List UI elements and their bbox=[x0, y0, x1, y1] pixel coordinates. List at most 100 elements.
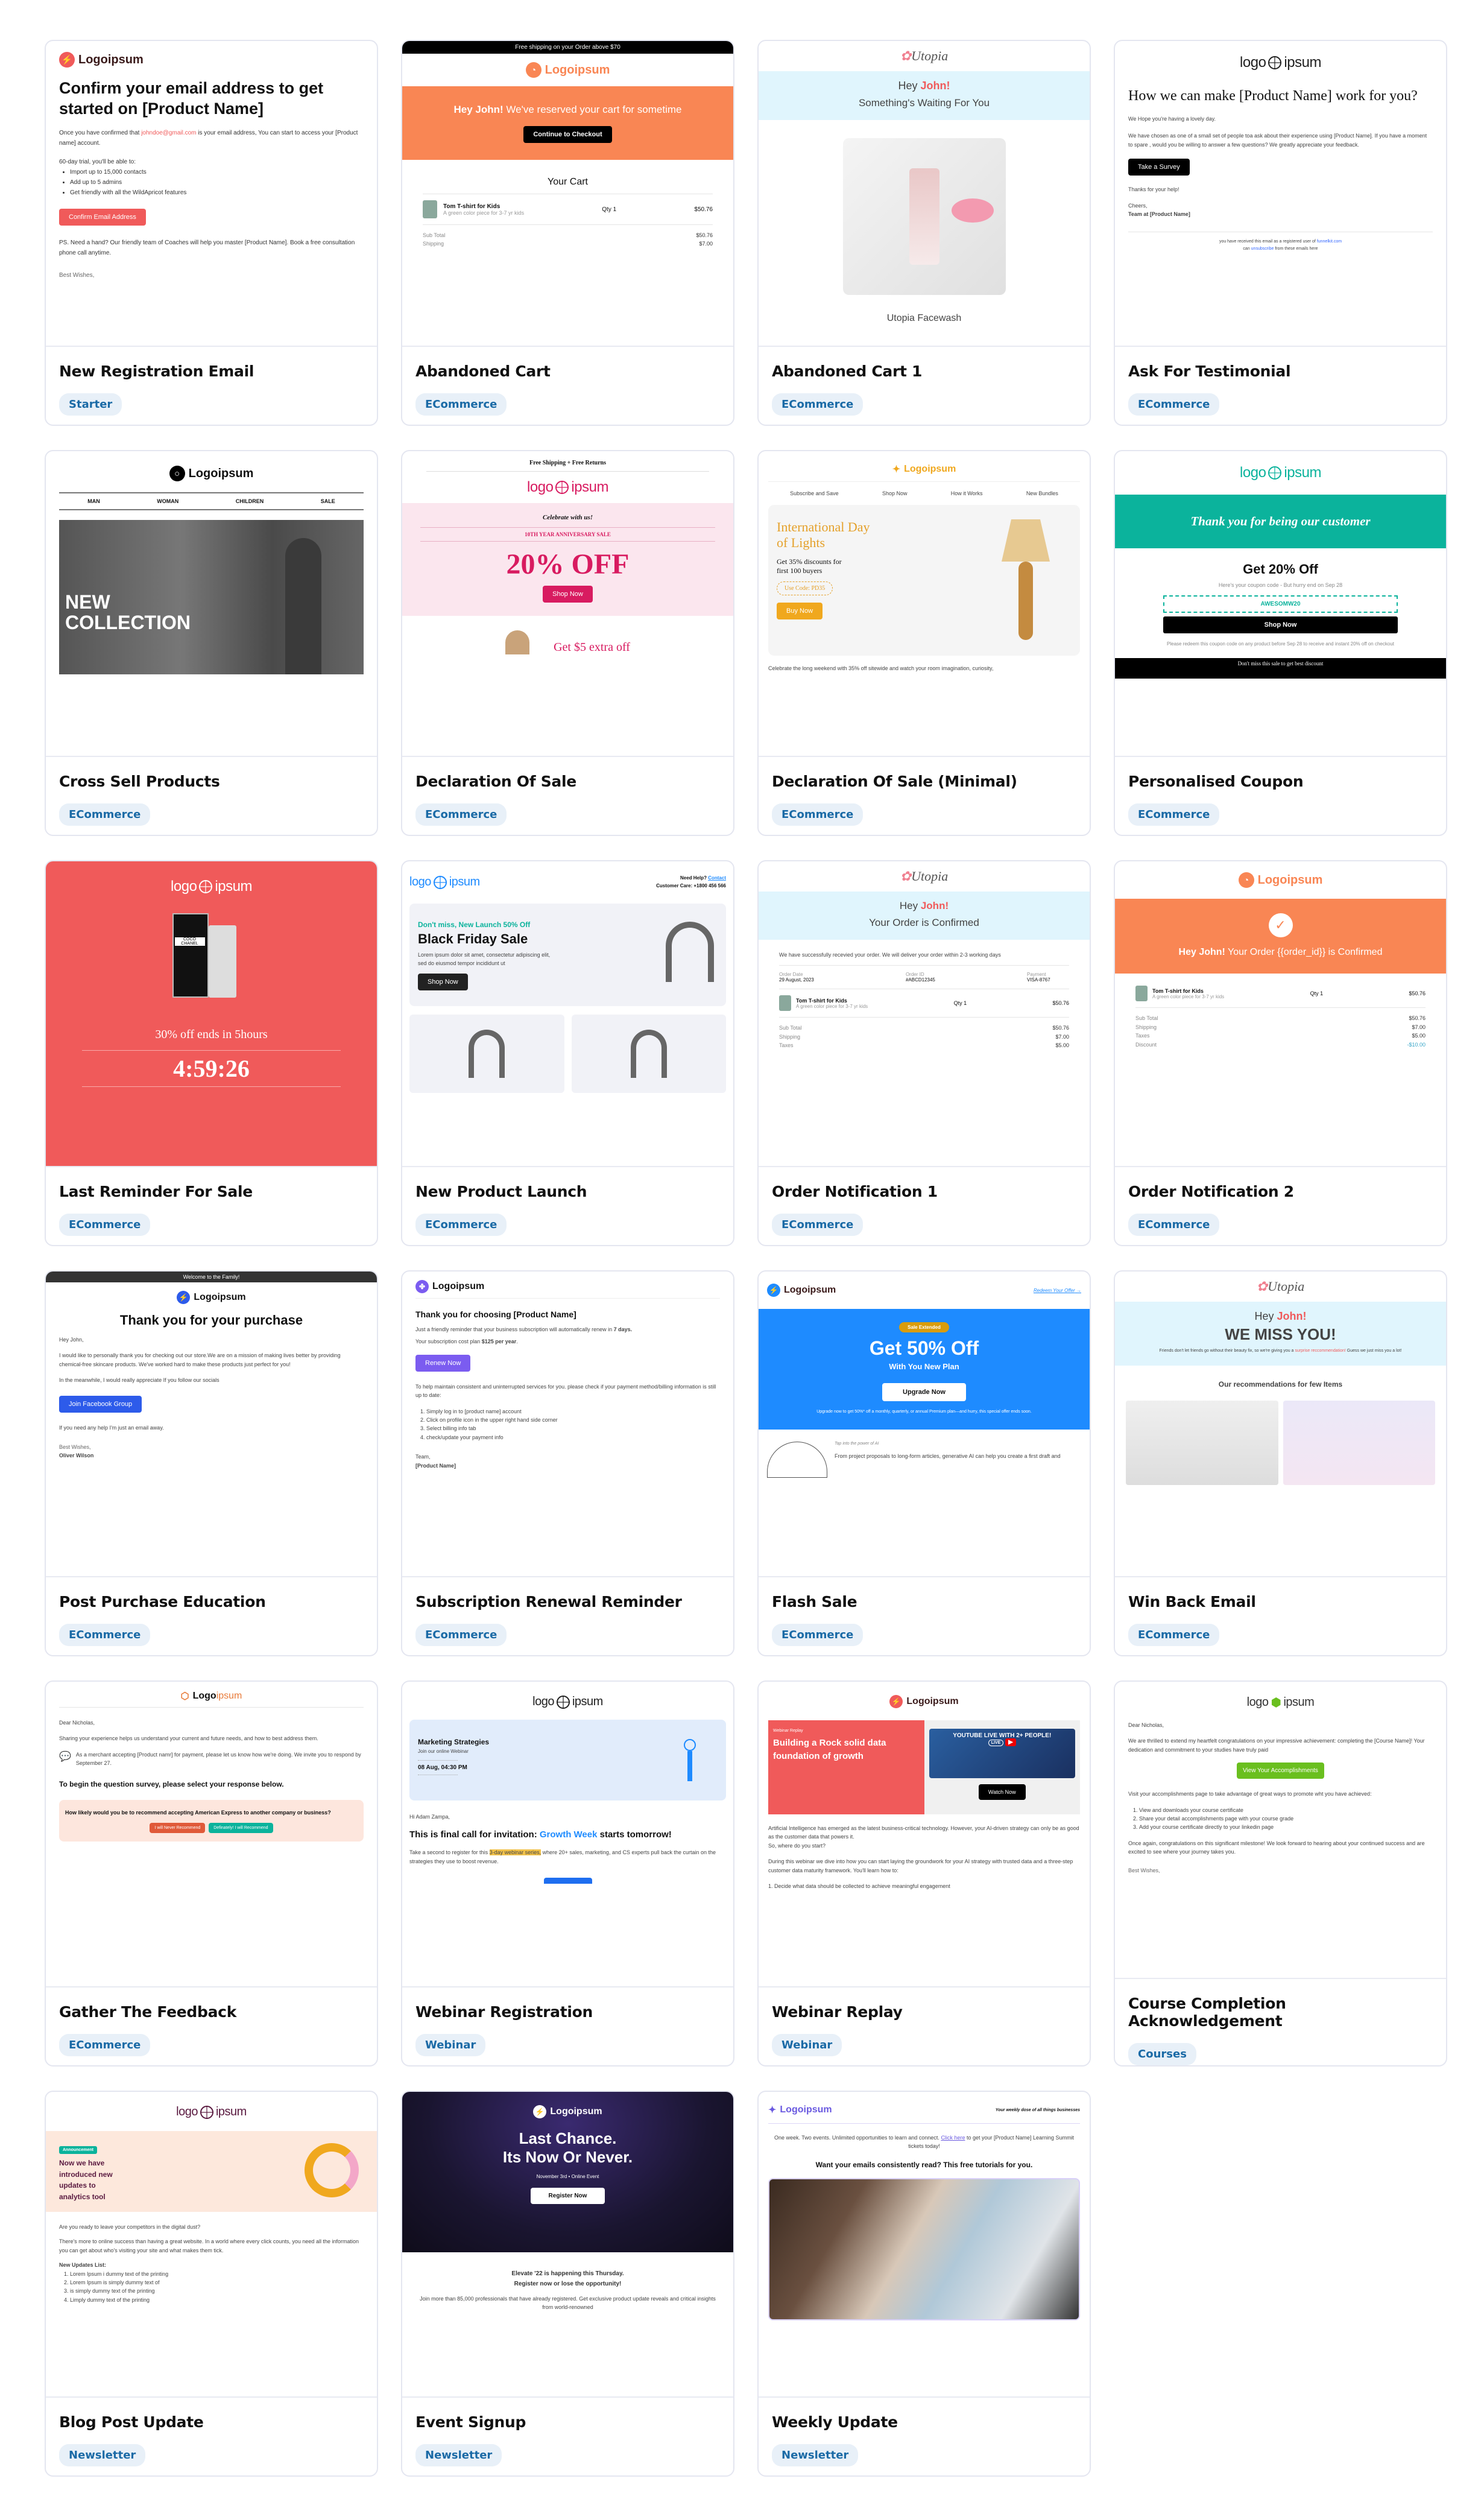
category-tag[interactable]: ECommerce bbox=[415, 393, 507, 416]
template-title: Post Purchase Education bbox=[59, 1593, 266, 1610]
template-card[interactable]: logo ipsum Announcement Now we have intro… bbox=[45, 2091, 378, 2477]
brand-logo: Utopia bbox=[911, 48, 949, 63]
contact-link: Contact bbox=[708, 875, 726, 881]
category-tag[interactable]: ECommerce bbox=[415, 803, 507, 826]
order-meta: Order Date 29 August, 2023 Order ID #ABCD1… bbox=[779, 972, 1050, 983]
template-card[interactable]: logo ipsum Thank you for being our custom… bbox=[1114, 450, 1447, 836]
template-preview: logo ipsum Need Help? Contact Customer Car… bbox=[402, 861, 733, 1167]
template-grid: ⚡ Logoipsum Confirm your email address to… bbox=[45, 40, 1447, 2477]
template-card[interactable]: logo ipsum Marketing Strategies Join our … bbox=[401, 1680, 734, 2067]
template-card[interactable]: Free Shipping + Free Returns logo ipsum C… bbox=[401, 450, 734, 836]
brand-logo: logo ipsum bbox=[409, 875, 480, 889]
category-tag[interactable]: Courses bbox=[1128, 2043, 1196, 2065]
template-card[interactable]: ✤ Logoipsum Thank you for choosing [Produ… bbox=[401, 1270, 734, 1656]
template-card[interactable]: ✿Utopia Hey John! Something's Waiting Fo… bbox=[757, 40, 1091, 426]
hero-image: NEW COLLECTION bbox=[59, 520, 364, 674]
flower-icon: ✿ bbox=[900, 48, 912, 63]
card-footer: Abandoned Cart ECommerce bbox=[402, 347, 733, 425]
bolt-icon: ⚡ bbox=[889, 1695, 903, 1708]
category-tag[interactable]: Newsletter bbox=[415, 2444, 502, 2466]
category-tag[interactable]: ECommerce bbox=[772, 803, 864, 826]
card-footer: Abandoned Cart 1 ECommerce bbox=[759, 347, 1090, 425]
category-tag[interactable]: Starter bbox=[59, 393, 122, 416]
template-card[interactable]: ○ Logoipsum MAN WOMAN CHILDREN SALE NEW COLLE… bbox=[45, 450, 378, 836]
category-tag[interactable]: Newsletter bbox=[772, 2444, 859, 2466]
email-body: Once you have confirmed that johndoe@gma… bbox=[59, 129, 358, 147]
template-preview: ✦ Logoipsum Your weekly dose of all thing… bbox=[759, 2092, 1090, 2398]
template-card[interactable]: ◔ Logoipsum ✓ Hey John! Your Order {{orde… bbox=[1114, 860, 1447, 1246]
brand-logo: ⚡ Logoipsum bbox=[889, 1695, 959, 1708]
lamp-image bbox=[1002, 519, 1050, 640]
card-footer: Order Notification 1 ECommerce bbox=[759, 1167, 1090, 1245]
chat-icon: 💬 bbox=[59, 1751, 71, 1762]
template-card[interactable]: ✦ Logoipsum Subscribe and Save Shop Now How… bbox=[757, 450, 1091, 836]
category-tag[interactable]: ECommerce bbox=[1128, 1214, 1220, 1236]
card-footer: Order Notification 2 ECommerce bbox=[1115, 1167, 1446, 1245]
category-tag[interactable]: ECommerce bbox=[772, 393, 864, 416]
hero-image bbox=[768, 2177, 1080, 2320]
template-card[interactable]: ⚡ Logoipsum Webinar Replay Building a Roc… bbox=[757, 1680, 1091, 2067]
steps-list: Simply log in to [product name] account … bbox=[415, 1407, 720, 1442]
tshirt-thumbnail bbox=[1135, 986, 1148, 1002]
brand-logo: ○ Logoipsum bbox=[169, 466, 253, 481]
brand-logo: ⚡ Logoipsum bbox=[767, 1284, 836, 1297]
feature-list: Import up to 15,000 contacts Add up to 5… bbox=[59, 167, 364, 198]
category-tag[interactable]: ECommerce bbox=[415, 1214, 507, 1236]
template-preview: ✿Utopia Hey John! WE MISS YOU! Friends d… bbox=[1115, 1272, 1446, 1577]
template-card[interactable]: ✿Utopia Hey John! WE MISS YOU! Friends d… bbox=[1114, 1270, 1447, 1656]
category-tag[interactable]: ECommerce bbox=[415, 1624, 507, 1646]
category-tag[interactable]: ECommerce bbox=[772, 1624, 864, 1646]
template-title: New Registration Email bbox=[59, 363, 254, 380]
card-footer: Subscription Renewal Reminder ECommerce bbox=[402, 1577, 733, 1655]
category-tag[interactable]: ECommerce bbox=[1128, 803, 1220, 826]
category-tag[interactable]: ECommerce bbox=[59, 803, 151, 826]
join-facebook-button: Join Facebook Group bbox=[59, 1395, 142, 1413]
template-card[interactable]: logo ipsum COCO CHANEL 30% off ends in 5h… bbox=[45, 860, 378, 1246]
flower-icon: ✿ bbox=[900, 869, 912, 884]
analytics-illustration bbox=[305, 2143, 359, 2197]
template-card[interactable]: Welcome to the Family! ⚡ Logoipsum Thank … bbox=[45, 1270, 378, 1656]
strategy-illustration bbox=[672, 1727, 708, 1793]
perfume-image: COCO CHANEL bbox=[172, 913, 239, 998]
bear-icon: ⬢ bbox=[1271, 1696, 1281, 1709]
logo-icon: ○ bbox=[169, 466, 185, 481]
category-tag[interactable]: ECommerce bbox=[772, 1214, 864, 1236]
category-tag[interactable]: Webinar bbox=[772, 2034, 842, 2056]
template-card[interactable]: ✦ Logoipsum Your weekly dose of all thing… bbox=[757, 2091, 1091, 2477]
template-title: New Product Launch bbox=[415, 1183, 587, 1200]
template-card[interactable]: ⚡ Logoipsum Last Chance. Its Now Or Never… bbox=[401, 2091, 734, 2477]
template-card[interactable]: Free shipping on your Order above $70 ◔ L… bbox=[401, 40, 734, 426]
template-title: Declaration Of Sale bbox=[415, 773, 576, 790]
globe-icon bbox=[555, 481, 569, 494]
buy-now-button: Buy Now bbox=[777, 602, 823, 619]
category-tag[interactable]: Webinar bbox=[415, 2034, 486, 2056]
logo-icon: ◔ bbox=[525, 62, 542, 78]
template-title: Webinar Registration bbox=[415, 2003, 593, 2021]
category-tag[interactable]: ECommerce bbox=[1128, 393, 1220, 416]
webinar-banner: Marketing Strategies Join our online Web… bbox=[409, 1720, 726, 1800]
hero-panel: Don't miss, New Launch 50% Off Black Fri… bbox=[409, 903, 726, 1006]
brand-logo: logo ipsum bbox=[532, 1695, 603, 1709]
template-title: Gather The Feedback bbox=[59, 2003, 237, 2021]
template-preview: ✿Utopia Hey John! Your Order is Confirme… bbox=[759, 861, 1090, 1167]
category-tag[interactable]: Newsletter bbox=[59, 2444, 146, 2466]
category-tag[interactable]: ECommerce bbox=[59, 1624, 151, 1646]
template-card[interactable]: ⬡ Logo ipsum Dear Nicholas, Sharing your e… bbox=[45, 1680, 378, 2067]
template-card[interactable]: logo ⬢ ipsum Dear Nicholas, We are thrille… bbox=[1114, 1680, 1447, 2067]
template-card[interactable]: logo ipsum Need Help? Contact Customer Car… bbox=[401, 860, 734, 1246]
template-preview: ✿Utopia Hey John! Something's Waiting Fo… bbox=[759, 41, 1090, 347]
template-card[interactable]: ⚡ Logoipsum Confirm your email address to… bbox=[45, 40, 378, 426]
updates-list: Lorem Ipsum i dummy text of the printing… bbox=[59, 2270, 364, 2305]
will-recommend-button: Definately! I will Recommend bbox=[209, 1823, 273, 1834]
announcement-badge: Announcement bbox=[59, 2146, 97, 2154]
brand-logo: ✤ Logoipsum bbox=[415, 1280, 484, 1293]
globe-icon bbox=[433, 875, 447, 889]
category-tag[interactable]: ECommerce bbox=[1128, 1624, 1220, 1646]
template-card[interactable]: ⚡ Logoipsum Redeem Your Offer → Sale Exte… bbox=[757, 1270, 1091, 1656]
brand-logo: logo ⬢ ipsum bbox=[1246, 1696, 1315, 1709]
category-tag[interactable]: ECommerce bbox=[59, 1214, 151, 1236]
template-card[interactable]: logo ipsum How we can make [Product Name]… bbox=[1114, 40, 1447, 426]
logo-icon: ✦ bbox=[768, 2105, 777, 2115]
template-card[interactable]: ✿Utopia Hey John! Your Order is Confirme… bbox=[757, 860, 1091, 1246]
category-tag[interactable]: ECommerce bbox=[59, 2034, 151, 2056]
